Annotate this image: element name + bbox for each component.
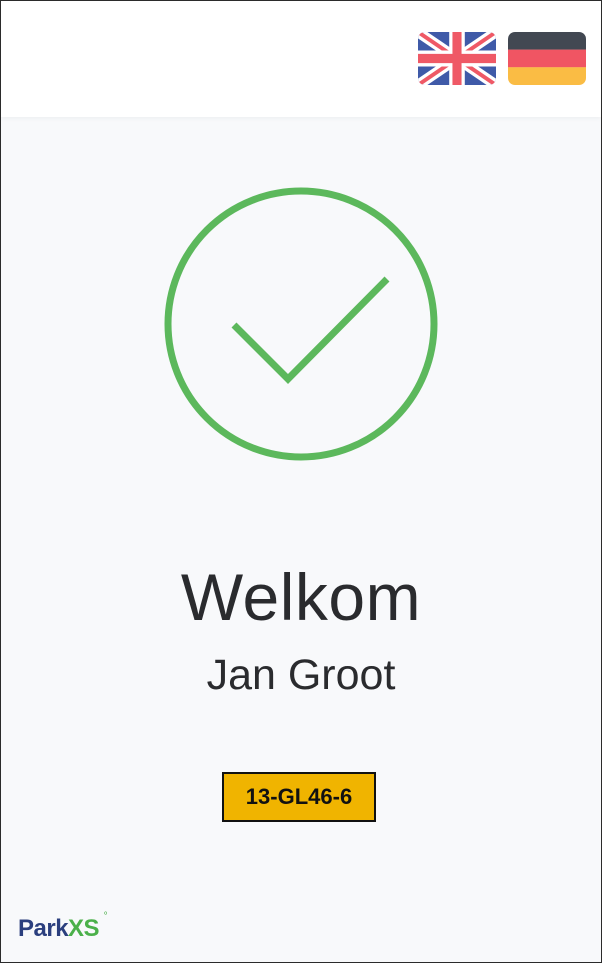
- success-check-icon: [164, 187, 438, 461]
- user-name: Jan Groot: [206, 651, 396, 699]
- license-plate-badge: 13-GL46-6: [222, 772, 376, 822]
- welcome-title: Welkom: [180, 560, 422, 634]
- header-bar: [1, 1, 601, 117]
- app-screen: Welkom Jan Groot 13-GL46-6 ParkXS °: [0, 0, 602, 963]
- language-english-button[interactable]: [418, 32, 496, 85]
- logo-text-park: Park: [18, 915, 69, 942]
- logo-mark: °: [103, 911, 108, 922]
- uk-flag-icon: [418, 32, 496, 85]
- language-german-button[interactable]: [508, 32, 586, 85]
- german-flag-icon: [508, 32, 586, 85]
- parkxs-logo: ParkXS °: [18, 911, 108, 943]
- logo-text-xs: XS: [68, 915, 100, 942]
